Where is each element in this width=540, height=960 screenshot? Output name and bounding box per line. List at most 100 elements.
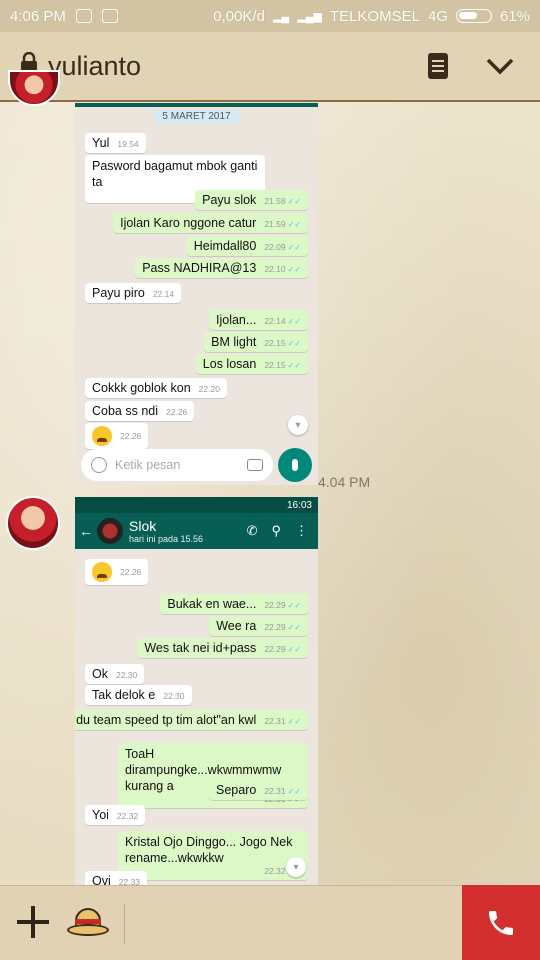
more-vert-icon: ⋮ — [295, 523, 308, 538]
outgoing-message[interactable]: Payu slok 21.58 ✓✓ — [195, 190, 308, 210]
message-time: 22.14 ✓✓ — [264, 316, 301, 326]
message-time: 22.31✓✓ — [264, 786, 301, 796]
read-ticks-icon: ✓✓ — [287, 717, 301, 726]
status-time: 4:06 PM — [10, 7, 66, 25]
read-ticks-icon: ✓✓ — [287, 339, 301, 348]
call-button[interactable] — [462, 885, 540, 960]
message-text: BM light — [211, 335, 257, 349]
inner-status-bar: 16:03 — [75, 497, 318, 513]
read-ticks-icon: ✓✓ — [287, 601, 301, 610]
network-type: 4G — [427, 7, 448, 25]
image-message-1[interactable]: 5 MARET 2017 Yul 19.54 Pasword bagamut mbo… — [75, 103, 318, 485]
message-text: Payu piro — [92, 286, 145, 300]
message-text: Wee ra — [216, 619, 257, 633]
read-ticks-icon: ✓✓ — [287, 317, 301, 326]
outgoing-message[interactable]: Heimdall80 22.09 ✓✓ — [186, 236, 308, 256]
message-text: Pass NADHIRA@13 — [142, 261, 257, 275]
wifi-signal-icon: ▂▄▆ — [297, 10, 322, 23]
outgoing-message[interactable]: Udu team speed tp tim alot"an kwl 22.31 ✓✓ — [75, 710, 308, 730]
image-message-2[interactable]: 16:03 ← Slok hari ini pada 15.56 ✆ ⚲ ⋮ 2… — [75, 497, 318, 885]
message-time: 22.32 — [116, 811, 139, 821]
weary-face-emoji-icon — [92, 562, 112, 582]
incoming-message[interactable]: 22.26 — [85, 559, 149, 585]
chat-header: yulianto — [0, 32, 540, 102]
incoming-message[interactable]: Cokkk goblok kon 22.20 — [85, 378, 227, 398]
message-time: 22.29 ✓✓ — [264, 600, 301, 610]
message-text: Heimdall80 — [193, 239, 257, 253]
message-text: Ijolan Karo nggone catur — [120, 216, 257, 230]
message-text: Ok — [92, 667, 108, 681]
incoming-message[interactable]: Ok 22.30 — [85, 664, 145, 684]
outgoing-message[interactable]: Ijolan Karo nggone catur 21.59 ✓✓ — [113, 213, 308, 233]
message-text: Wes tak nei id+pass — [144, 641, 257, 655]
incoming-message[interactable]: Coba ss ndi 22.26 — [85, 401, 195, 421]
outgoing-message[interactable]: Pass NADHIRA@13 22.10 ✓✓ — [135, 258, 308, 278]
message-time: 21.58 ✓✓ — [264, 196, 301, 206]
mic-button[interactable] — [278, 448, 312, 482]
incoming-message[interactable]: Yoi 22.32 — [85, 805, 146, 825]
phone-icon: ✆ — [246, 523, 258, 538]
message-time: 22.33 — [118, 877, 141, 885]
plus-icon[interactable] — [17, 906, 49, 938]
message-text: Kristal Ojo Dinggo... Jogo Nek rename...… — [125, 835, 293, 865]
paperclip-icon: ⚲ — [271, 523, 281, 538]
input-placeholder: Ketik pesan — [115, 458, 181, 472]
outgoing-message[interactable]: Bukak en wae... 22.29 ✓✓ — [160, 594, 308, 614]
smiley-icon[interactable] — [91, 457, 107, 473]
inner-last-seen: hari ini pada 15.56 — [129, 533, 204, 544]
outgoing-message[interactable]: Wee ra 22.29 ✓✓ — [209, 616, 308, 636]
back-arrow-icon[interactable]: ← — [79, 523, 93, 539]
message-timestamp: 4.04 PM — [318, 474, 371, 490]
message-time: 22.09 ✓✓ — [264, 242, 301, 252]
straw-hat-icon[interactable] — [67, 908, 109, 938]
divider — [124, 904, 125, 944]
incoming-message[interactable]: Yul 19.54 — [85, 133, 146, 153]
outgoing-message[interactable]: Wes tak nei id+pass 22.29 ✓✓ — [137, 638, 308, 658]
outgoing-message[interactable]: Ijolan... 22.14 ✓✓ — [209, 310, 308, 330]
signal-icon: ▂▄ — [272, 10, 290, 23]
message-time: 22.26 — [166, 407, 188, 417]
message-text: Ijolan... — [216, 313, 257, 327]
outgoing-message[interactable]: Separo 22.31 ✓✓ — [209, 780, 308, 800]
phone-icon — [489, 910, 513, 935]
camera-icon[interactable] — [247, 459, 263, 471]
document-button[interactable] — [418, 46, 458, 86]
message-time: 22.10 ✓✓ — [264, 264, 301, 274]
incoming-message[interactable]: 22.26 — [85, 423, 149, 449]
read-ticks-icon: ✓✓ — [287, 220, 301, 229]
message-text: Coba ss ndi — [92, 404, 159, 418]
scroll-down-button[interactable]: ▾ — [286, 857, 306, 877]
message-time: 19.54 — [117, 139, 139, 149]
message-text: Los losan — [202, 357, 257, 371]
document-icon — [428, 53, 448, 79]
collapse-button[interactable] — [480, 46, 520, 86]
outgoing-message[interactable]: BM light 22.15 ✓✓ — [204, 332, 308, 352]
outgoing-message[interactable]: Los losan 22.15 ✓✓ — [195, 354, 308, 374]
read-ticks-icon: ✓✓ — [287, 243, 301, 252]
message-text: Ovi — [92, 874, 111, 885]
message-text: Pasword bagamut mbok ganti ta — [92, 159, 258, 189]
read-ticks-icon: ✓✓ — [287, 197, 301, 206]
message-time: 22.29 ✓✓ — [264, 622, 301, 632]
message-text: Separo — [216, 783, 257, 797]
incoming-message[interactable]: Ovi 22.33 — [85, 871, 148, 885]
incoming-message[interactable]: Payu piro 22.14 — [85, 283, 182, 303]
inner-contact-name: Slok — [129, 517, 157, 534]
weary-face-emoji-icon — [92, 426, 112, 446]
message-input[interactable]: Ketik pesan — [81, 449, 273, 481]
chevron-down-icon — [486, 58, 514, 75]
message-text: Tak delok e — [92, 688, 156, 702]
message-text: Udu team speed tp tim alot"an kwl — [75, 713, 257, 727]
message-time: 22.32✓✓ — [125, 866, 301, 877]
carrier-name: TELKOMSEL — [329, 7, 420, 25]
read-ticks-icon: ✓✓ — [287, 787, 301, 796]
scroll-down-button[interactable]: ▾ — [288, 415, 308, 435]
contact-name[interactable]: yulianto — [48, 51, 396, 82]
message-text: Cokkk goblok kon — [92, 381, 191, 395]
sender-avatar[interactable] — [6, 496, 60, 550]
message-time: 22.29 ✓✓ — [264, 644, 301, 654]
read-ticks-icon: ✓✓ — [287, 265, 301, 274]
incoming-message[interactable]: Tak delok e 22.30 — [85, 685, 192, 705]
bottom-bar — [0, 885, 540, 960]
bbm-icon — [101, 9, 118, 23]
